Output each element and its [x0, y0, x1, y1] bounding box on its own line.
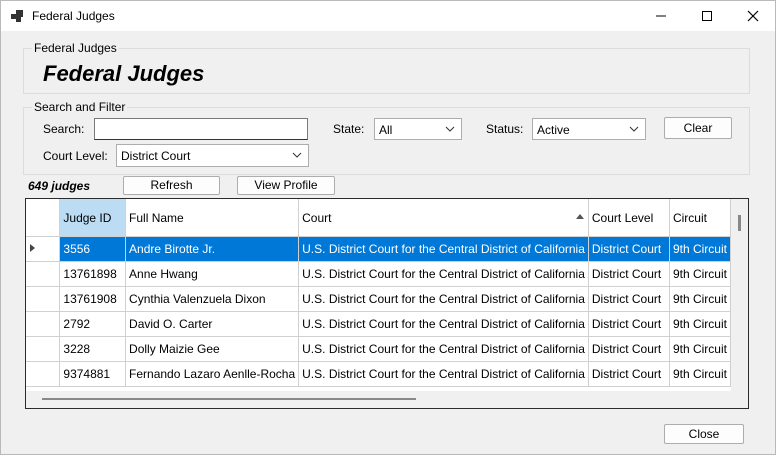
maximize-button[interactable]: [684, 1, 730, 31]
cell-court-level[interactable]: District Court: [588, 311, 670, 337]
cell-circuit[interactable]: 9th Circuit: [669, 361, 731, 387]
cell-full-name[interactable]: Anne Hwang: [125, 261, 300, 287]
chevron-down-icon: [445, 126, 455, 132]
cell-full-name[interactable]: Andre Birotte Jr.: [125, 236, 300, 262]
cell-judge-id[interactable]: 13761898: [59, 261, 127, 287]
page-title: Federal Judges: [43, 61, 205, 86]
table-row[interactable]: 9374881 Fernando Lazaro Aenlle-Rocha U.S. …: [26, 361, 731, 387]
app-icon: [11, 10, 23, 22]
column-header-label: Judge ID: [63, 210, 112, 225]
cell-full-name[interactable]: Fernando Lazaro Aenlle-Rocha: [125, 361, 300, 387]
column-header-full-name[interactable]: Full Name: [125, 199, 300, 237]
chevron-down-icon: [292, 152, 302, 158]
cell-judge-id[interactable]: 3556: [59, 236, 127, 262]
column-header-court[interactable]: Court: [298, 199, 589, 237]
sort-ascending-icon: [575, 214, 584, 219]
maximize-icon: [702, 11, 712, 21]
judge-count: 649 judges: [28, 179, 91, 193]
close-window-button[interactable]: [730, 1, 776, 31]
cell-court-level[interactable]: District Court: [588, 286, 670, 312]
cell-court[interactable]: U.S. District Court for the Central Dist…: [298, 261, 589, 287]
cell-full-name[interactable]: David O. Carter: [125, 311, 300, 337]
cell-circuit[interactable]: 9th Circuit: [669, 286, 731, 312]
status-select-value: Active: [537, 123, 570, 137]
column-header-circuit[interactable]: Circuit: [669, 199, 731, 237]
cell-judge-id[interactable]: 3228: [59, 336, 127, 362]
header-row: Judge ID Full Name Court Court Level Cir…: [26, 199, 731, 237]
column-header-label: Circuit: [672, 210, 707, 225]
state-label: State:: [333, 122, 365, 136]
vertical-scroll-thumb[interactable]: [738, 215, 741, 231]
state-select-value: All: [379, 123, 393, 137]
column-header-court-level[interactable]: Court Level: [588, 199, 670, 237]
search-input[interactable]: [94, 118, 308, 140]
court-level-label: Court Level:: [43, 149, 108, 163]
table-row[interactable]: 2792 David O. Carter U.S. District Court f…: [26, 311, 731, 337]
status-select[interactable]: Active: [532, 118, 646, 140]
cell-court-level[interactable]: District Court: [588, 336, 670, 362]
status-label: Status:: [486, 122, 524, 136]
judges-grid[interactable]: Judge ID Full Name Court Court Level Cir…: [25, 198, 749, 409]
minimize-button[interactable]: [638, 1, 684, 31]
cell-circuit[interactable]: 9th Circuit: [669, 336, 731, 362]
cell-circuit[interactable]: 9th Circuit: [669, 236, 731, 262]
view-profile-button[interactable]: View Profile: [237, 176, 335, 195]
cell-court-level[interactable]: District Court: [588, 236, 670, 262]
close-icon: [747, 10, 759, 22]
cell-circuit[interactable]: 9th Circuit: [669, 311, 731, 337]
column-header-label: Court: [302, 210, 332, 225]
chevron-down-icon: [629, 126, 639, 132]
cell-court-level[interactable]: District Court: [588, 361, 670, 387]
search-filter-group-label: Search and Filter: [32, 100, 128, 114]
column-header-label: Court Level: [591, 210, 654, 225]
search-label: Search:: [43, 122, 85, 136]
cell-court[interactable]: U.S. District Court for the Central Dist…: [298, 286, 589, 312]
table-row[interactable]: 3556 Andre Birotte Jr. U.S. District Court…: [26, 236, 731, 262]
row-header[interactable]: [26, 286, 61, 312]
vertical-scrollbar[interactable]: [731, 199, 748, 391]
cell-court-level[interactable]: District Court: [588, 261, 670, 287]
column-header-label: Full Name: [129, 210, 184, 225]
cell-full-name[interactable]: Cynthia Valenzuela Dixon: [125, 286, 300, 312]
horizontal-scrollbar[interactable]: [26, 391, 748, 408]
refresh-button[interactable]: Refresh: [123, 176, 220, 195]
clear-button[interactable]: Clear: [664, 117, 732, 139]
cell-full-name[interactable]: Dolly Maizie Gee: [125, 336, 300, 362]
row-header[interactable]: [26, 261, 61, 287]
minimize-icon: [656, 15, 666, 17]
cell-judge-id[interactable]: 2792: [59, 311, 127, 337]
main-window: Federal Judges Federal Judges Federal Ju…: [0, 0, 776, 455]
court-level-select-value: District Court: [121, 149, 191, 163]
row-header[interactable]: [26, 336, 61, 362]
title-bar[interactable]: Federal Judges: [1, 1, 775, 31]
header-group-label: Federal Judges: [32, 41, 119, 55]
column-header-judge-id[interactable]: Judge ID: [59, 199, 127, 237]
judges-table: Judge ID Full Name Court Court Level Cir…: [26, 199, 731, 387]
close-button[interactable]: Close: [664, 424, 744, 444]
court-level-select[interactable]: District Court: [116, 144, 309, 167]
cell-court[interactable]: U.S. District Court for the Central Dist…: [298, 361, 589, 387]
horizontal-scroll-thumb[interactable]: [42, 398, 416, 400]
row-header[interactable]: [26, 311, 61, 337]
cell-judge-id[interactable]: 9374881: [59, 361, 127, 387]
table-row[interactable]: 3228 Dolly Maizie Gee U.S. District Court …: [26, 336, 731, 362]
current-row-icon: [30, 244, 35, 252]
row-header[interactable]: [26, 236, 61, 262]
cell-judge-id[interactable]: 13761908: [59, 286, 127, 312]
cell-court[interactable]: U.S. District Court for the Central Dist…: [298, 236, 589, 262]
cell-court[interactable]: U.S. District Court for the Central Dist…: [298, 336, 589, 362]
cell-circuit[interactable]: 9th Circuit: [669, 261, 731, 287]
state-select[interactable]: All: [374, 118, 462, 140]
row-header[interactable]: [26, 361, 61, 387]
cell-court[interactable]: U.S. District Court for the Central Dist…: [298, 311, 589, 337]
row-header-corner[interactable]: [26, 199, 61, 237]
window-title: Federal Judges: [32, 9, 115, 23]
table-row[interactable]: 13761898 Anne Hwang U.S. District Court fo…: [26, 261, 731, 287]
table-row[interactable]: 13761908 Cynthia Valenzuela Dixon U.S. Dis…: [26, 286, 731, 312]
